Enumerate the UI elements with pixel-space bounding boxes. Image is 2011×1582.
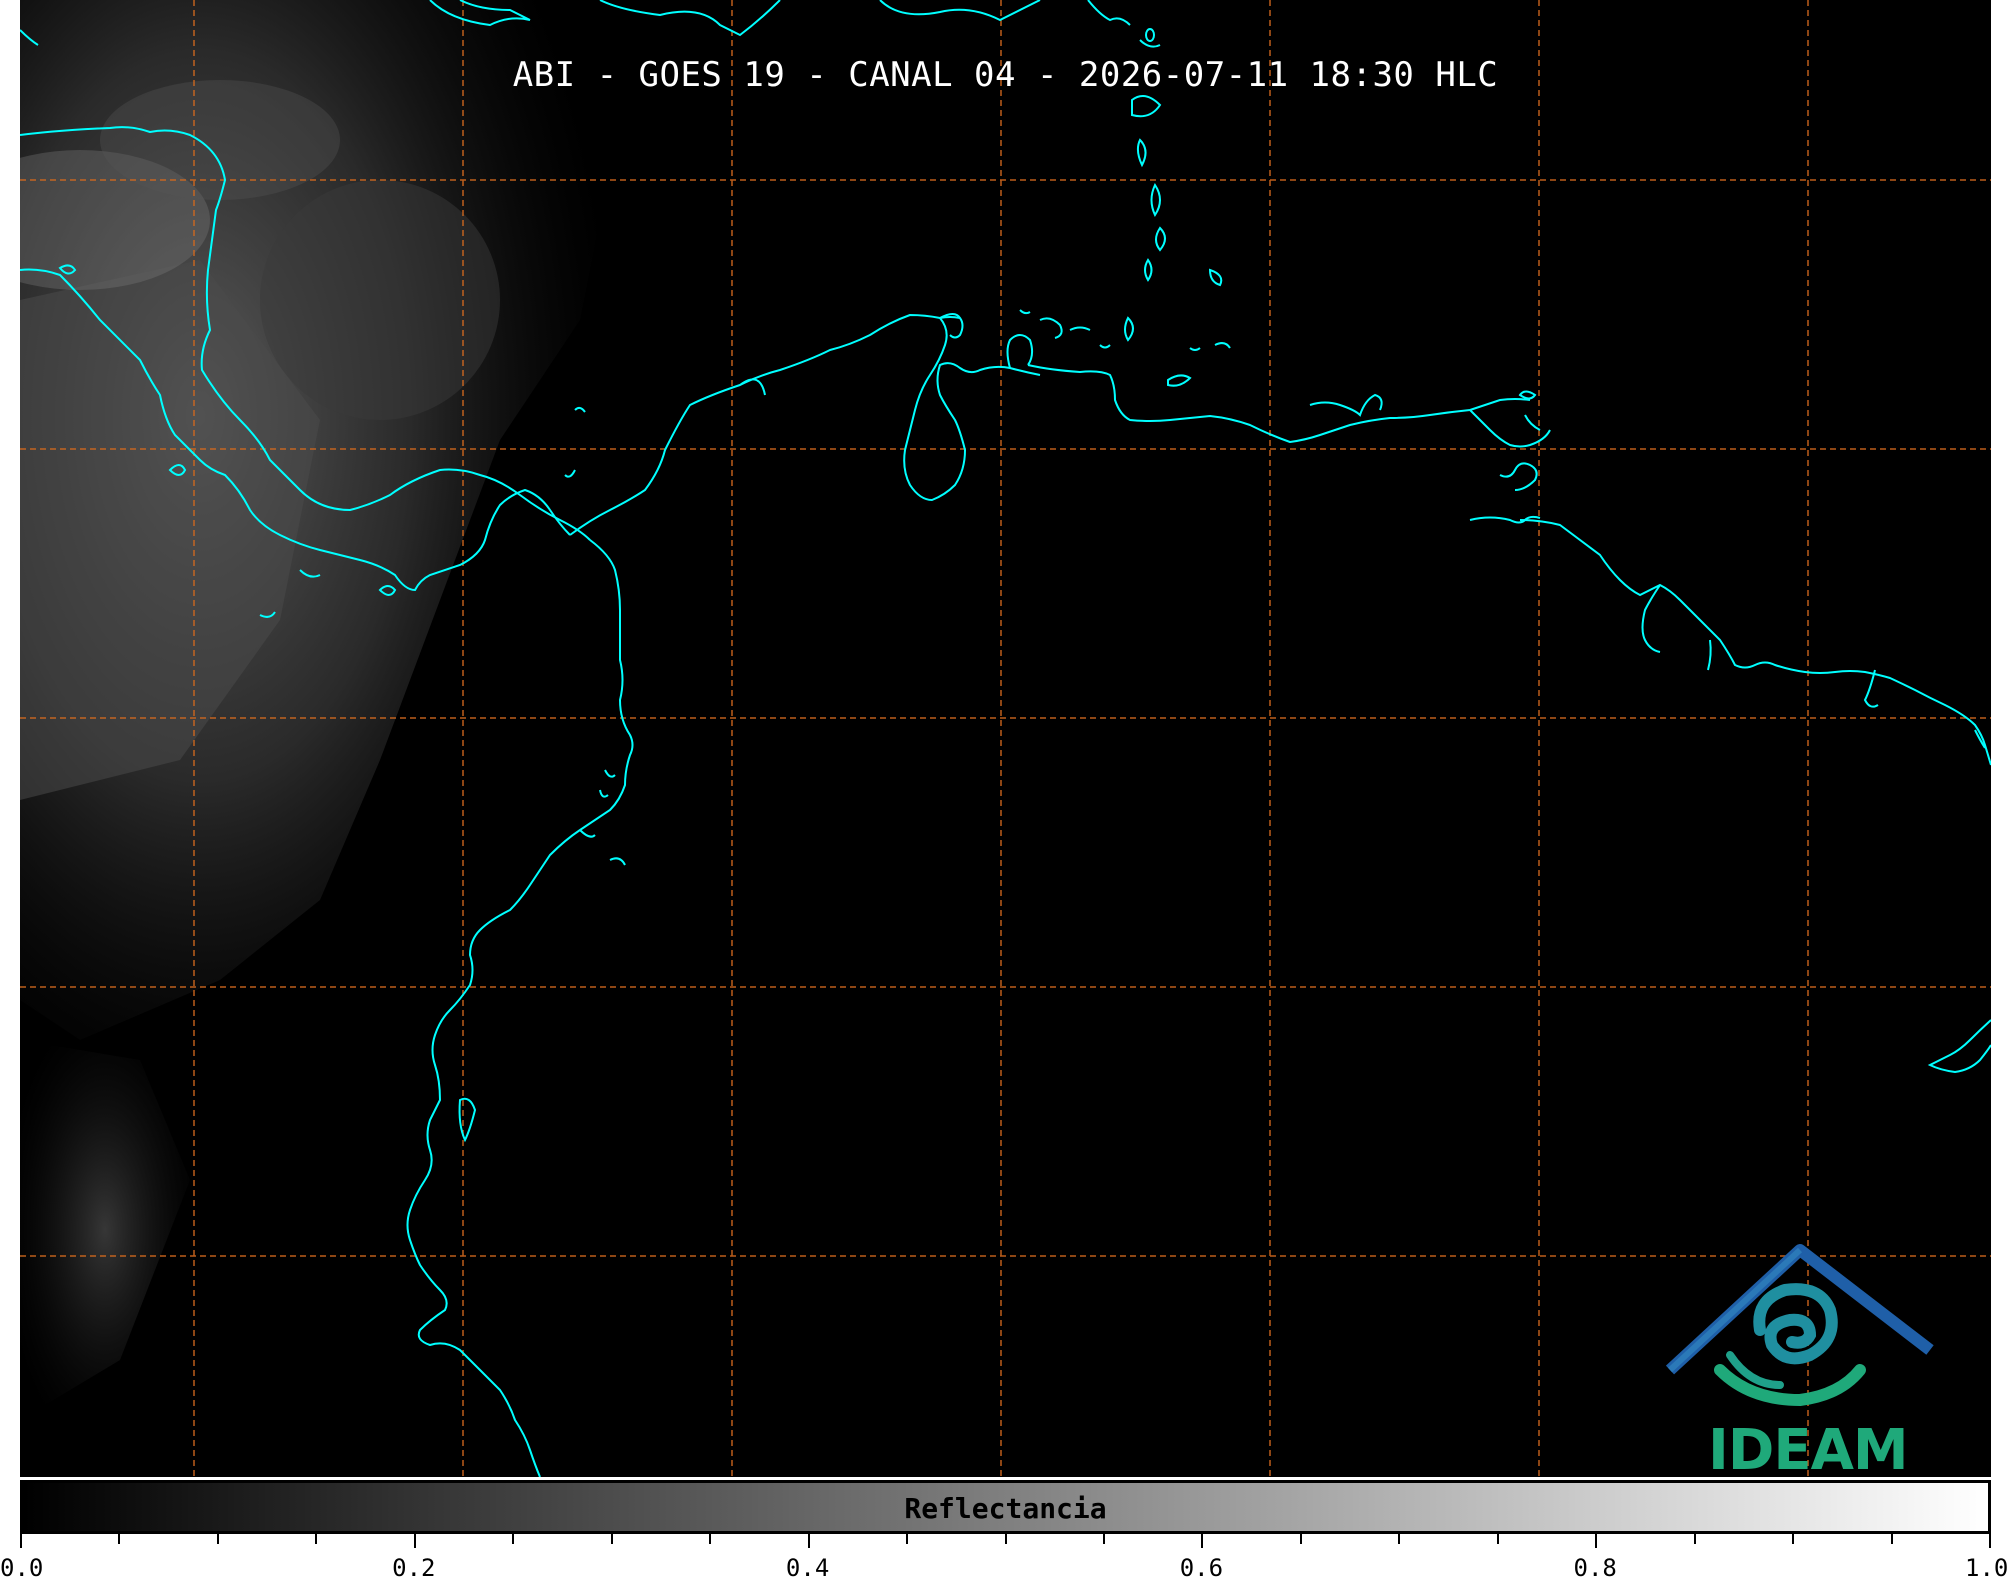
colorbar-tick	[1792, 1534, 1794, 1544]
colorbar-tick-label: 0.6	[1179, 1554, 1224, 1582]
colorbar-tick	[1201, 1534, 1203, 1548]
colorbar-tick	[1005, 1534, 1007, 1544]
colorbar-tick	[512, 1534, 514, 1544]
colorbar-tick	[906, 1534, 908, 1544]
colorbar-tick	[1891, 1534, 1893, 1544]
ideam-logo-text: IDEAM	[1708, 1418, 1909, 1477]
colorbar-tick	[20, 1534, 22, 1548]
colorbar-label: Reflectancia	[904, 1492, 1107, 1525]
colorbar-tick	[709, 1534, 711, 1544]
satellite-map: ABI - GOES 19 - CANAL 04 - 2026-07-11 18…	[20, 0, 1991, 1477]
colorbar-tick	[217, 1534, 219, 1544]
ideam-logo-icon	[1665, 1244, 1934, 1407]
colorbar-tick	[414, 1534, 416, 1548]
colorbar-tick-label: 0.2	[392, 1554, 436, 1582]
map-canvas	[20, 0, 1991, 1477]
colorbar-tick	[1497, 1534, 1499, 1544]
colorbar-ticks: 0.0 0.2 0.4 0.6 0.8 1.0	[0, 1534, 2008, 1582]
colorbar: Reflectancia	[20, 1480, 1991, 1534]
colorbar-tick-label: 1.0	[1965, 1554, 2009, 1582]
map-title: ABI - GOES 19 - CANAL 04 - 2026-07-11 18…	[512, 55, 1499, 95]
colorbar-tick	[1398, 1534, 1400, 1544]
colorbar-tick-label: 0.8	[1573, 1554, 1617, 1582]
colorbar-tick	[808, 1534, 810, 1548]
colorbar-tick	[611, 1534, 613, 1544]
colorbar-tick-label: 0.0	[0, 1554, 44, 1582]
colorbar-tick	[315, 1534, 317, 1544]
colorbar-tick	[118, 1534, 120, 1544]
reflectance-field	[20, 0, 620, 1420]
colorbar-tick-label: 0.4	[785, 1554, 830, 1582]
colorbar-tick	[1103, 1534, 1105, 1544]
colorbar-tick	[1694, 1534, 1696, 1544]
colorbar-tick	[1989, 1534, 1991, 1548]
colorbar-tick	[1595, 1534, 1597, 1548]
colorbar-tick	[1300, 1534, 1302, 1544]
